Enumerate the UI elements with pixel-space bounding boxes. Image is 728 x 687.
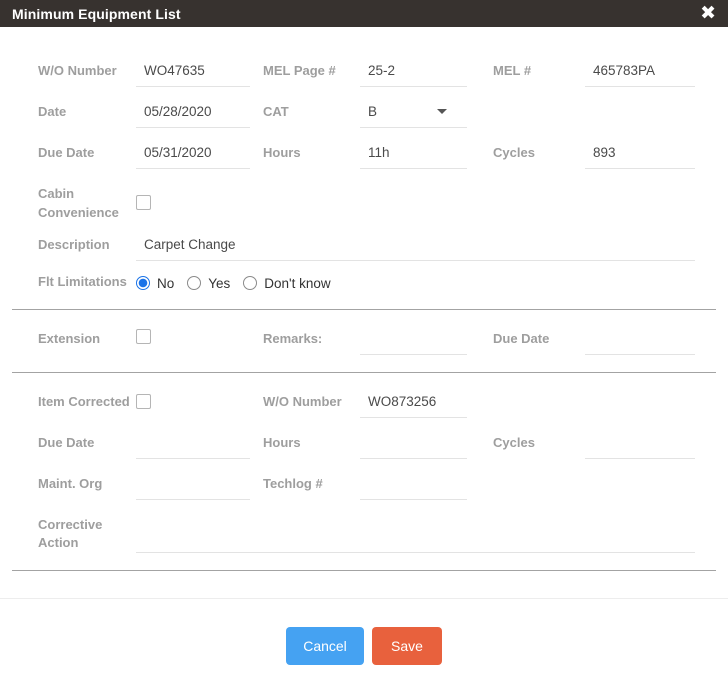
corrected-cycles-label: Cycles <box>493 434 535 450</box>
section-divider <box>12 570 716 572</box>
corrected-wo-number-input[interactable] <box>360 389 467 418</box>
modal-footer: Cancel Save <box>0 599 728 687</box>
form-row: Cabin Convenience <box>38 182 695 223</box>
extension-label: Extension <box>38 330 101 346</box>
date-input[interactable] <box>136 100 250 128</box>
maint-org-label: Maint. Org <box>38 475 103 491</box>
corrected-cycles-input[interactable] <box>585 430 695 459</box>
hours-input[interactable] <box>360 141 467 169</box>
corrective-action-input[interactable] <box>136 525 695 554</box>
minimum-equipment-list-modal: Minimum Equipment List ✖ W/O Number MEL … <box>0 0 728 687</box>
description-label: Description <box>38 236 110 252</box>
mel-page-input[interactable] <box>360 59 467 87</box>
due-date-input[interactable] <box>136 141 250 169</box>
modal-title: Minimum Equipment List <box>12 5 181 22</box>
mel-form: W/O Number MEL Page # MEL # Date CAT B D… <box>0 27 728 582</box>
item-corrected-checkbox[interactable] <box>136 393 151 409</box>
corrected-due-date-label: Due Date <box>38 434 95 450</box>
flt-limitations-radio-group: No Yes Don't know <box>136 270 695 291</box>
flt-limitations-label: Flt Limitations <box>38 273 127 289</box>
modal-header: Minimum Equipment List ✖ <box>0 0 728 27</box>
maint-org-input[interactable] <box>136 471 250 500</box>
radio-dont-know[interactable] <box>243 276 258 291</box>
date-label: Date <box>38 104 67 119</box>
cat-label: CAT <box>263 104 289 119</box>
form-row: Maint. Org Techlog # <box>38 471 695 500</box>
form-row: Due Date Hours Cycles <box>38 141 695 169</box>
cat-select[interactable]: B <box>360 100 467 128</box>
cycles-label: Cycles <box>493 145 535 160</box>
techlog-input[interactable] <box>360 471 467 500</box>
due-date-label: Due Date <box>38 145 95 160</box>
remarks-label: Remarks: <box>263 330 323 346</box>
form-row: Flt Limitations No Yes Don't know <box>38 270 695 292</box>
corrected-hours-input[interactable] <box>360 430 467 459</box>
corrective-action-label: Corrective Action <box>38 516 103 551</box>
corrected-hours-label: Hours <box>263 434 301 450</box>
radio-no-label[interactable]: No <box>157 276 174 291</box>
form-row: Due Date Hours Cycles <box>38 430 695 459</box>
mel-number-label: MEL # <box>493 63 532 78</box>
mel-number-input[interactable] <box>585 59 695 87</box>
form-row: Date CAT B <box>38 100 695 128</box>
description-input[interactable] <box>136 232 695 261</box>
hours-label: Hours <box>263 145 301 160</box>
section-divider <box>12 308 716 310</box>
cabin-convenience-label: Cabin Convenience <box>38 186 119 220</box>
mel-page-label: MEL Page # <box>263 63 336 78</box>
corrected-due-date-input[interactable] <box>136 430 250 459</box>
extension-due-date-label: Due Date <box>493 330 550 346</box>
radio-yes-label[interactable]: Yes <box>208 276 230 291</box>
extension-due-date-input[interactable] <box>585 326 695 355</box>
cabin-convenience-checkbox[interactable] <box>136 195 151 211</box>
form-row: Description <box>38 232 695 261</box>
techlog-label: Techlog # <box>263 475 323 491</box>
form-row: W/O Number MEL Page # MEL # <box>38 59 695 87</box>
wo-number-label: W/O Number <box>38 63 117 78</box>
corrected-wo-number-label: W/O Number <box>263 393 342 409</box>
chevron-down-icon <box>437 109 447 114</box>
cycles-input[interactable] <box>585 141 695 169</box>
cat-select-value: B <box>368 104 378 119</box>
close-icon[interactable]: ✖ <box>698 4 718 23</box>
cancel-button[interactable]: Cancel <box>286 627 364 665</box>
remarks-input[interactable] <box>360 326 467 355</box>
form-row: Extension Remarks: Due Date <box>38 326 695 355</box>
section-divider <box>12 371 716 373</box>
extension-checkbox[interactable] <box>136 328 151 344</box>
form-row: Item Corrected W/O Number <box>38 389 695 418</box>
radio-yes[interactable] <box>187 276 202 291</box>
save-button[interactable]: Save <box>372 627 442 665</box>
item-corrected-label: Item Corrected <box>38 393 130 409</box>
radio-dont-know-label[interactable]: Don't know <box>264 276 330 291</box>
radio-no[interactable] <box>136 276 150 291</box>
form-row: Corrective Action <box>38 513 695 554</box>
wo-number-input[interactable] <box>136 59 250 87</box>
